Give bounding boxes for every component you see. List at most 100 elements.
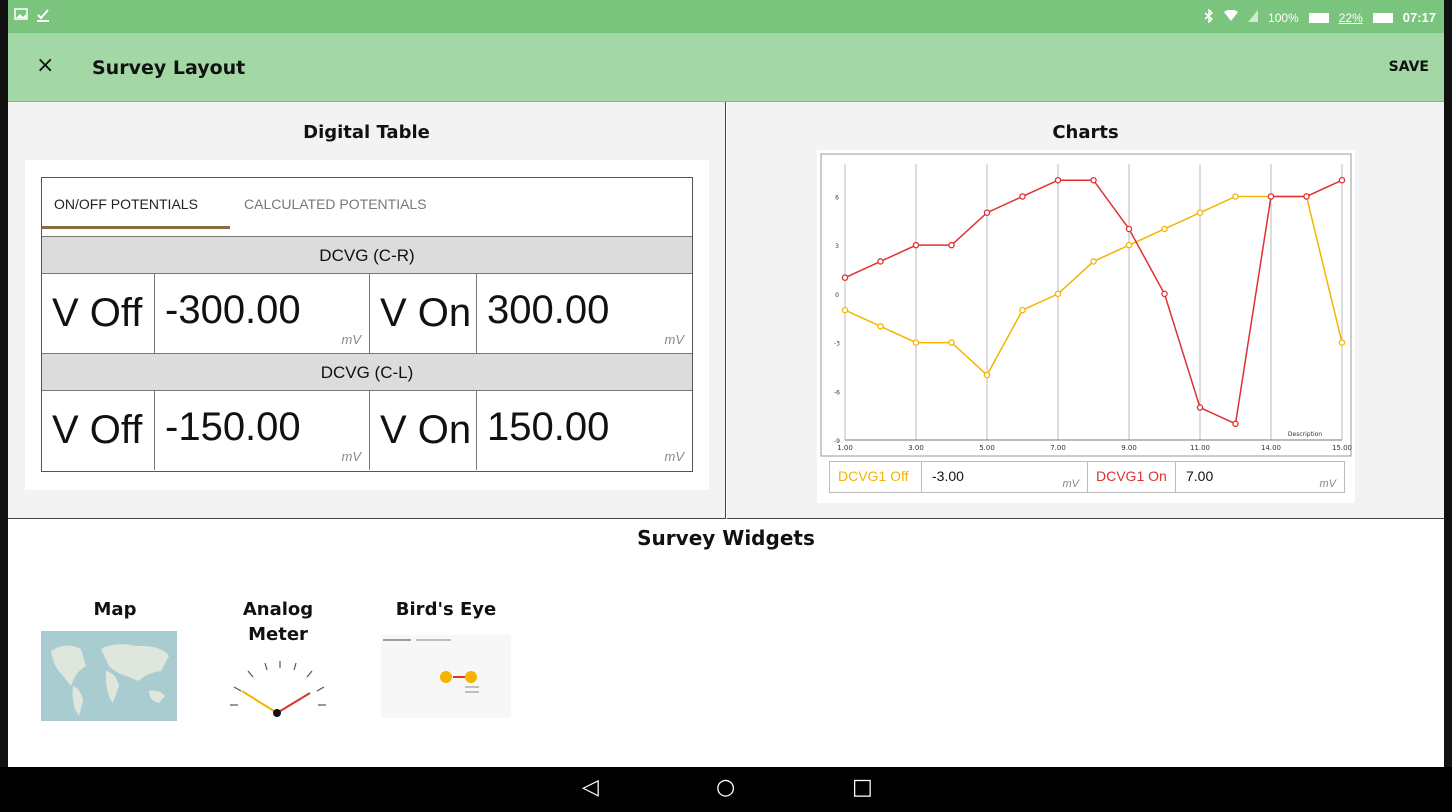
charts-heading: Charts bbox=[1052, 122, 1119, 143]
x-tick-label: 14.00 bbox=[1261, 444, 1281, 452]
x-tick-label: 3.00 bbox=[908, 444, 924, 452]
data-point-off bbox=[948, 339, 955, 346]
on-series-label: DCVG1 On bbox=[1088, 462, 1176, 492]
off-label: V Off bbox=[52, 408, 143, 452]
tab-onoff-potentials[interactable]: ON/OFF POTENTIALS bbox=[54, 196, 198, 212]
y-tick-label: 6 bbox=[835, 194, 839, 201]
widget-map[interactable]: Map bbox=[50, 597, 180, 622]
data-point-on bbox=[1232, 420, 1239, 428]
on-value-cell: 300.00 mV bbox=[477, 274, 692, 353]
data-point-off bbox=[877, 323, 884, 330]
group-header-c-r: DCVG (C-R) bbox=[42, 236, 692, 274]
digital-table: ON/OFF POTENTIALS CALCULATED POTENTIALS … bbox=[41, 177, 693, 472]
off-label-cell: V Off bbox=[42, 274, 155, 353]
data-point-on bbox=[983, 209, 991, 216]
unit-label: mV bbox=[1062, 478, 1080, 490]
home-button[interactable]: ○ bbox=[716, 775, 735, 800]
system-nav-bar: ◁ ○ □ bbox=[0, 767, 1452, 812]
data-point-off bbox=[1019, 306, 1026, 314]
x-tick-label: 1.00 bbox=[837, 444, 853, 452]
on-series-value-cell: 7.00 mV bbox=[1176, 462, 1344, 492]
wifi-icon bbox=[1224, 9, 1239, 25]
unit-label: mV bbox=[664, 332, 685, 347]
download-done-icon bbox=[36, 8, 50, 25]
clock: 07:17 bbox=[1402, 10, 1436, 25]
value-row-c-r: V Off -300.00 mV V On 300.00 mV bbox=[42, 274, 692, 353]
data-point-on bbox=[841, 274, 849, 281]
data-point-on bbox=[877, 258, 884, 265]
on-value: 150.00 bbox=[487, 405, 610, 449]
data-point-on bbox=[1161, 290, 1168, 298]
series-line-on bbox=[844, 179, 1343, 425]
page-title: Survey Layout bbox=[92, 57, 246, 79]
map-thumbnail[interactable] bbox=[41, 631, 177, 721]
value-row-c-l: V Off -150.00 mV V On 150.00 mV bbox=[42, 391, 692, 470]
digital-table-panel[interactable]: Digital Table ON/OFF POTENTIALS CALCULAT… bbox=[8, 102, 726, 519]
x-tick-label: 9.00 bbox=[1121, 444, 1137, 452]
y-tick-label: -9 bbox=[834, 438, 840, 445]
save-button[interactable]: SAVE bbox=[1389, 59, 1429, 75]
data-point-on bbox=[1267, 193, 1275, 200]
data-point-on bbox=[1338, 176, 1346, 184]
charts-panel[interactable]: Charts 1.00 3.00 5.00 7.00 9.00 11.00 14.00 15.… bbox=[727, 102, 1444, 519]
data-point-off bbox=[1054, 290, 1062, 298]
gallery-notification-icon bbox=[14, 8, 28, 25]
off-series-label: DCVG1 Off bbox=[830, 462, 922, 492]
off-series-value-cell: -3.00 mV bbox=[922, 462, 1088, 492]
birds-eye-thumbnail[interactable] bbox=[381, 635, 511, 718]
widget-label: Map bbox=[93, 599, 137, 620]
bluetooth-icon bbox=[1204, 8, 1214, 26]
status-bar: 100% 22% 07:17 bbox=[8, 0, 1444, 33]
data-point-off bbox=[841, 306, 849, 314]
data-point-off bbox=[912, 339, 920, 346]
data-point-on bbox=[1303, 193, 1310, 200]
tab-calculated-potentials[interactable]: CALCULATED POTENTIALS bbox=[244, 196, 427, 212]
on-label-cell: V On bbox=[370, 274, 477, 353]
widget-analog-meter[interactable]: Analog Meter bbox=[214, 597, 342, 647]
on-label: V On bbox=[380, 408, 472, 452]
signal-icon bbox=[1248, 10, 1259, 25]
on-label-cell: V On bbox=[370, 391, 477, 470]
data-point-on bbox=[1090, 176, 1097, 184]
data-point-off bbox=[1090, 258, 1097, 265]
off-label: V Off bbox=[52, 291, 143, 335]
on-series-value: 7.00 bbox=[1186, 468, 1214, 484]
app-bar: × Survey Layout SAVE bbox=[8, 33, 1444, 102]
widget-label: Bird's Eye bbox=[395, 599, 497, 620]
close-button[interactable]: × bbox=[36, 53, 54, 78]
battery-2-percent: 22% bbox=[1338, 10, 1363, 25]
x-tick-label: 11.00 bbox=[1190, 444, 1210, 452]
off-value-cell: -150.00 mV bbox=[155, 391, 370, 470]
chart-readout: DCVG1 Off -3.00 mV DCVG1 On 7.00 mV bbox=[829, 461, 1345, 493]
data-point-on bbox=[1054, 176, 1062, 184]
survey-widgets-heading: Survey Widgets bbox=[637, 526, 815, 550]
battery-1-icon bbox=[1308, 12, 1329, 23]
digital-table-heading: Digital Table bbox=[303, 122, 430, 143]
data-point-on bbox=[1019, 193, 1026, 200]
data-point-on bbox=[948, 241, 955, 249]
widget-birds-eye[interactable]: Bird's Eye bbox=[380, 597, 512, 622]
recents-button[interactable]: □ bbox=[852, 775, 873, 800]
off-value-cell: -300.00 mV bbox=[155, 274, 370, 353]
data-point-on bbox=[1196, 404, 1204, 411]
y-tick-label: 0 bbox=[835, 292, 839, 299]
y-tick-label: -6 bbox=[834, 389, 840, 396]
tab-bar: ON/OFF POTENTIALS CALCULATED POTENTIALS bbox=[42, 178, 692, 236]
analog-meter-thumbnail[interactable] bbox=[218, 653, 336, 727]
unit-label: mV bbox=[1319, 478, 1337, 490]
off-value: -300.00 bbox=[165, 288, 301, 332]
on-value-cell: 150.00 mV bbox=[477, 391, 692, 470]
x-tick-label: 5.00 bbox=[979, 444, 995, 452]
battery-1-percent: 100% bbox=[1268, 10, 1299, 25]
unit-label: mV bbox=[341, 449, 362, 464]
data-point-off bbox=[1161, 225, 1168, 233]
group-header-c-l: DCVG (C-L) bbox=[42, 353, 692, 391]
unit-label: mV bbox=[664, 449, 685, 464]
data-point-off bbox=[1125, 241, 1133, 249]
data-point-off bbox=[1338, 339, 1346, 346]
data-point-off bbox=[983, 371, 991, 379]
data-point-on bbox=[1125, 225, 1133, 233]
widget-label: Analog Meter bbox=[242, 599, 314, 645]
on-value: 300.00 bbox=[487, 288, 610, 332]
back-button[interactable]: ◁ bbox=[582, 775, 599, 800]
